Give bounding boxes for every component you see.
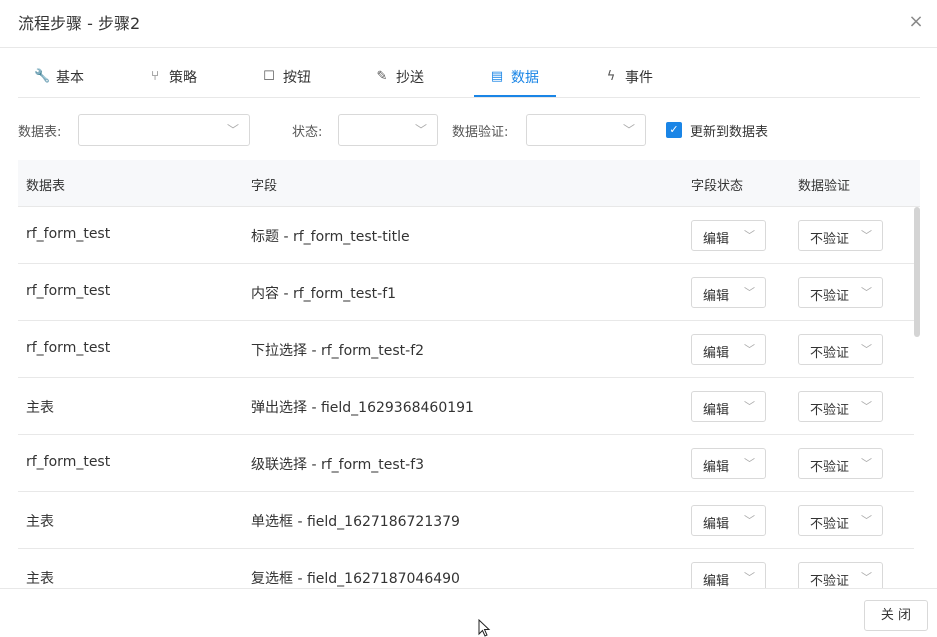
validation-select[interactable]: 不验证 ﹀ — [798, 220, 883, 251]
table-row: rf_form_test 内容 - rf_form_test-f1 编辑 ﹀ 不验… — [18, 264, 914, 321]
tab-label: 按钮 — [283, 69, 311, 86]
cell-field: 内容 - rf_form_test-f1 — [251, 286, 397, 302]
table-row: 主表 复选框 - field_1627187046490 编辑 ﹀ 不验证 ﹀ — [18, 549, 914, 588]
cell-table: 主表 — [26, 400, 54, 416]
chevron-down-icon: ﹀ — [744, 343, 755, 356]
table-row: rf_form_test 标题 - rf_form_test-title 编辑 ﹀… — [18, 207, 914, 264]
bolt-icon: ϟ — [606, 68, 616, 84]
tab-events[interactable]: ϟ 事件 — [603, 55, 653, 98]
tab-label: 基本 — [56, 69, 84, 86]
dialog-footer: 关 闭 — [0, 588, 937, 637]
chevron-down-icon: ﹀ — [861, 571, 872, 584]
table-header: 数据表 字段 字段状态 数据验证 — [18, 160, 920, 207]
validation-select[interactable]: 不验证 ﹀ — [798, 334, 883, 365]
tab-label: 事件 — [625, 69, 653, 86]
update-table-label: 更新到数据表 — [690, 125, 769, 140]
table-row: rf_form_test 下拉选择 - rf_form_test-f2 编辑 ﹀ … — [18, 321, 914, 378]
cell-table: 主表 — [26, 571, 54, 587]
filter-bar: 数据表: ﹀ 状态: ﹀ 数据验证: ﹀ ✓ 更新到数据表 — [18, 114, 920, 146]
cell-field: 下拉选择 - rf_form_test-f2 — [251, 343, 425, 359]
validation-select[interactable]: 不验证 ﹀ — [798, 391, 883, 422]
table-filter-select[interactable]: ﹀ — [78, 114, 250, 146]
cell-field: 级联选择 - rf_form_test-f3 — [251, 457, 425, 473]
chevron-down-icon: ﹀ — [744, 286, 755, 299]
tab-cc[interactable]: ✎ 抄送 — [374, 55, 424, 98]
field-status-select[interactable]: 编辑 ﹀ — [691, 220, 766, 251]
validation-select[interactable]: 不验证 ﹀ — [798, 448, 883, 479]
table-row: 主表 单选框 - field_1627186721379 编辑 ﹀ 不验证 ﹀ — [18, 492, 914, 549]
data-table: 数据表 字段 字段状态 数据验证 rf_form_test 标题 - rf_fo… — [18, 160, 920, 588]
validation-select[interactable]: 不验证 ﹀ — [798, 505, 883, 536]
tab-basic[interactable]: 🔧 基本 — [34, 55, 84, 98]
dialog-title: 流程步骤 - 步骤2 — [18, 14, 141, 33]
field-status-select[interactable]: 编辑 ﹀ — [691, 277, 766, 308]
tab-strategy[interactable]: ⑂ 策略 — [147, 55, 197, 98]
field-status-select[interactable]: 编辑 ﹀ — [691, 334, 766, 365]
square-icon: ☐ — [263, 68, 275, 84]
status-filter-select[interactable]: ﹀ — [338, 114, 438, 146]
chevron-down-icon: ﹀ — [744, 457, 755, 470]
chevron-down-icon: ﹀ — [226, 123, 239, 137]
chevron-down-icon: ﹀ — [744, 400, 755, 413]
cell-field: 标题 - rf_form_test-title — [251, 229, 410, 245]
close-button[interactable]: 关 闭 — [864, 600, 928, 631]
chevron-down-icon: ﹀ — [744, 571, 755, 584]
chevron-down-icon: ﹀ — [861, 400, 872, 413]
validation-select[interactable]: 不验证 ﹀ — [798, 277, 883, 308]
cell-table: rf_form_test — [26, 283, 111, 299]
status-filter-label: 状态: — [292, 125, 323, 140]
tab-label: 抄送 — [396, 69, 424, 86]
cell-table: rf_form_test — [26, 340, 111, 356]
tab-bar: 🔧 基本 ⑂ 策略 ☐ 按钮 ✎ 抄送 ▤ 数据 ϟ 事件 — [18, 55, 920, 98]
validation-filter-select[interactable]: ﹀ — [526, 114, 646, 146]
wrench-icon: 🔧 — [34, 68, 51, 84]
table-filter-label: 数据表: — [18, 125, 62, 140]
tab-label: 策略 — [169, 69, 197, 86]
header-field: 字段 — [251, 179, 278, 194]
branch-icon: ⑂ — [151, 68, 159, 84]
chevron-down-icon: ﹀ — [861, 343, 872, 356]
field-status-select[interactable]: 编辑 ﹀ — [691, 562, 766, 588]
field-status-select[interactable]: 编辑 ﹀ — [691, 448, 766, 479]
header-table: 数据表 — [26, 179, 66, 194]
dialog-header: 流程步骤 - 步骤2 × — [0, 0, 937, 48]
table-row: rf_form_test 级联选择 - rf_form_test-f3 编辑 ﹀ … — [18, 435, 914, 492]
update-table-checkbox[interactable]: ✓ — [666, 122, 682, 138]
table-body: rf_form_test 标题 - rf_form_test-title 编辑 ﹀… — [18, 207, 914, 588]
table-row: 主表 弹出选择 - field_1629368460191 编辑 ﹀ 不验证 ﹀ — [18, 378, 914, 435]
validation-select[interactable]: 不验证 ﹀ — [798, 562, 883, 588]
header-validation: 数据验证 — [798, 179, 851, 194]
cell-table: rf_form_test — [26, 226, 111, 242]
active-tab-indicator — [474, 95, 556, 97]
cell-table: rf_form_test — [26, 454, 111, 470]
tab-buttons[interactable]: ☐ 按钮 — [261, 55, 311, 98]
chevron-down-icon: ﹀ — [622, 123, 635, 137]
chevron-down-icon: ﹀ — [414, 123, 427, 137]
edit-icon: ✎ — [376, 68, 388, 84]
cell-field: 弹出选择 - field_1629368460191 — [251, 400, 474, 416]
field-status-select[interactable]: 编辑 ﹀ — [691, 391, 766, 422]
field-status-select[interactable]: 编辑 ﹀ — [691, 505, 766, 536]
table-icon: ▤ — [490, 68, 504, 84]
chevron-down-icon: ﹀ — [861, 457, 872, 470]
mouse-cursor-icon — [478, 619, 491, 637]
chevron-down-icon: ﹀ — [861, 514, 872, 527]
tab-label: 数据 — [511, 69, 539, 86]
chevron-down-icon: ﹀ — [861, 229, 872, 242]
tab-data[interactable]: ▤ 数据 — [489, 55, 539, 98]
chevron-down-icon: ﹀ — [744, 229, 755, 242]
cell-field: 单选框 - field_1627186721379 — [251, 514, 460, 530]
chevron-down-icon: ﹀ — [861, 286, 872, 299]
table-scrollbar[interactable] — [914, 207, 920, 337]
close-icon[interactable]: × — [905, 11, 927, 33]
chevron-down-icon: ﹀ — [744, 514, 755, 527]
cell-table: 主表 — [26, 514, 54, 530]
cell-field: 复选框 - field_1627187046490 — [251, 571, 460, 587]
header-field-status: 字段状态 — [691, 179, 744, 194]
validation-filter-label: 数据验证: — [452, 125, 509, 140]
